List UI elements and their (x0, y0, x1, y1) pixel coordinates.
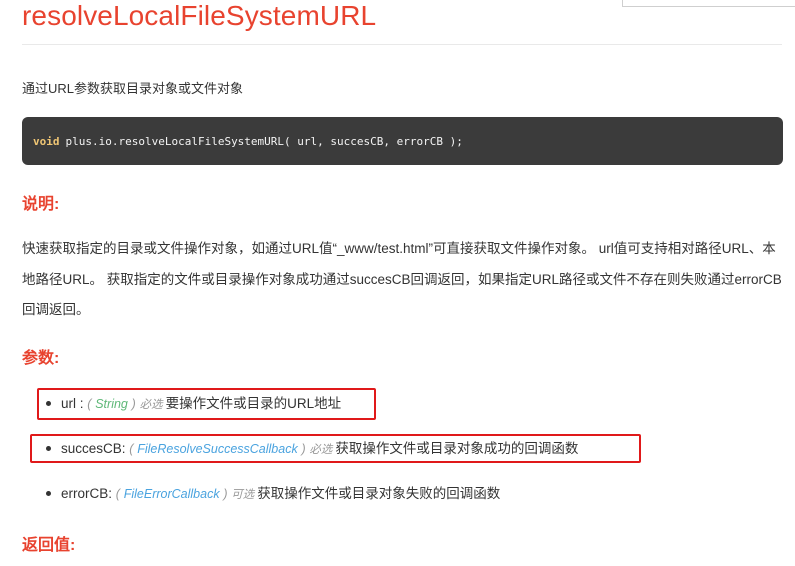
page-title: resolveLocalFileSystemURL (22, 0, 377, 31)
param-type-link[interactable]: FileErrorCallback (124, 487, 220, 501)
highlight-box-url (37, 388, 376, 420)
code-block[interactable]: void plus.io.resolveLocalFileSystemURL( … (22, 117, 783, 165)
highlight-box-succescb (30, 434, 641, 463)
bullet-icon (46, 490, 51, 496)
param-name: errorCB: (61, 486, 113, 501)
param-required: 可选 (231, 489, 255, 501)
param-item-errorcb: errorCB: ( FileErrorCallback ) 可选 获取操作文件或… (46, 484, 500, 505)
code-signature: plus.io.resolveLocalFileSystemURL( url, … (65, 134, 463, 148)
title-divider (22, 44, 782, 45)
description-text: 快速获取指定的目录或文件操作对象，如通过URL值“_www/test.html”… (22, 241, 782, 317)
param-paren-open: ( (115, 487, 120, 501)
description-heading: 说明: (22, 196, 60, 213)
api-summary: 通过URL参数获取目录对象或文件对象 (22, 81, 244, 96)
params-heading: 参数: (22, 350, 60, 367)
floating-panel-edge (622, 0, 795, 7)
code-keyword: void (33, 134, 60, 148)
param-paren-close: ) (223, 487, 228, 501)
param-desc: 获取操作文件或目录对象失败的回调函数 (257, 486, 501, 501)
return-heading: 返回值: (22, 537, 76, 554)
